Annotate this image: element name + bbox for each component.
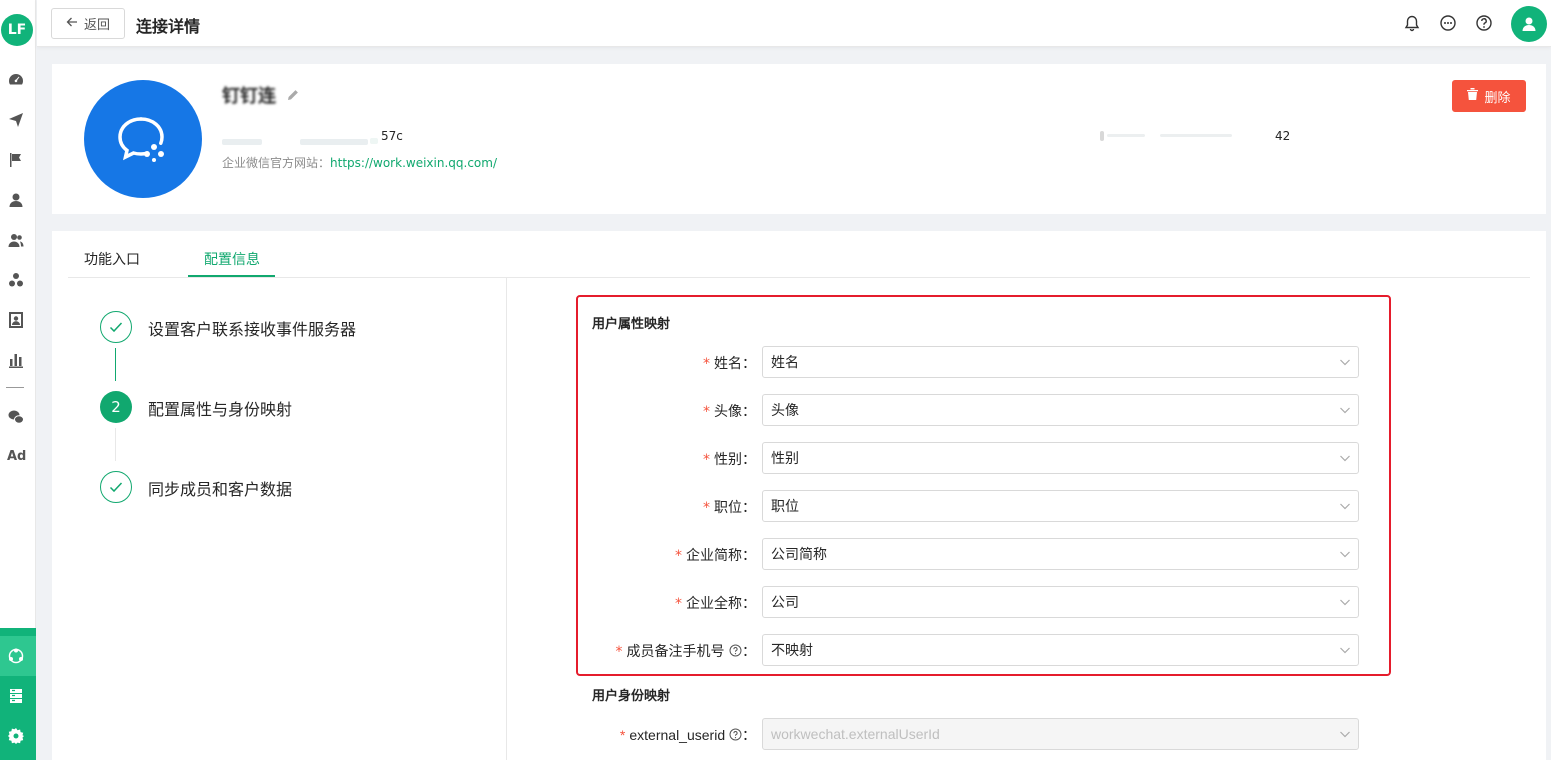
question-circle-icon[interactable] — [729, 728, 742, 741]
step-label: 同步成员和客户数据 — [148, 480, 293, 499]
wechat-work-logo — [84, 80, 202, 198]
tab-feature-entry[interactable]: 功能入口 — [84, 249, 140, 269]
wechat-icon[interactable] — [6, 407, 26, 427]
avatar[interactable] — [1511, 6, 1547, 42]
chevron-down-icon — [1340, 599, 1350, 606]
chevron-down-icon — [1340, 503, 1350, 510]
help-icon[interactable] — [1475, 14, 1493, 32]
delete-button-label: 删除 — [1484, 90, 1511, 106]
position-mapping-select[interactable]: 职位 — [762, 490, 1359, 522]
step-3[interactable]: 同步成员和客户数据 — [100, 471, 500, 503]
redacted-id — [300, 139, 368, 145]
gender-mapping-select[interactable]: 性别 — [762, 442, 1359, 474]
step-label: 配置属性与身份映射 — [148, 400, 293, 419]
field-label-member-mobile: * 成员备注手机号 ： — [615, 644, 756, 660]
back-button-label: 返回 — [83, 18, 110, 33]
website-link[interactable]: https://work.weixin.qq.com/ — [330, 156, 497, 170]
edit-icon[interactable] — [286, 88, 300, 102]
group-icon[interactable] — [6, 270, 26, 290]
step-connector — [115, 428, 116, 461]
field-label-company-full: * 企业全称： — [675, 596, 756, 612]
chevron-down-icon — [1340, 407, 1350, 414]
tab-bar: 功能入口 配置信息 — [68, 231, 1530, 278]
avatar-mapping-select[interactable]: 头像 — [762, 394, 1359, 426]
step-label: 设置客户联系接收事件服务器 — [148, 320, 357, 339]
bar-chart-icon[interactable] — [6, 350, 26, 370]
users-icon[interactable] — [6, 230, 26, 250]
trash-icon — [1467, 88, 1479, 104]
field-label-external-userid: * external_userid ： — [619, 727, 756, 743]
website-label: 企业微信官方网站： — [222, 156, 331, 170]
field-label-position: * 职位： — [703, 500, 756, 516]
step-connector — [115, 348, 116, 381]
nav-divider — [6, 387, 24, 388]
field-label-gender: * 性别： — [703, 452, 756, 468]
connection-id-suffix: 57c — [381, 129, 403, 143]
redacted-time — [1160, 134, 1232, 137]
field-label-avatar: * 头像： — [703, 404, 756, 420]
company-short-mapping-select[interactable]: 公司简称 — [762, 538, 1359, 570]
chevron-down-icon — [1340, 455, 1350, 462]
connection-name: 钉钉连 — [222, 86, 276, 107]
settings-icon[interactable] — [6, 726, 26, 746]
arrow-left-icon — [66, 16, 78, 32]
company-full-mapping-select[interactable]: 公司 — [762, 586, 1359, 618]
app-logo[interactable]: LF — [1, 14, 33, 46]
website-row: 企业微信官方网站：https://work.weixin.qq.com/ — [222, 154, 497, 171]
step-2[interactable]: 2 配置属性与身份映射 — [100, 391, 500, 423]
chevron-down-icon — [1340, 731, 1350, 738]
check-icon — [100, 311, 132, 343]
user-icon[interactable] — [6, 190, 26, 210]
external-userid-mapping-select: workwechat.externalUserId — [762, 718, 1359, 750]
delete-button[interactable]: 删除 — [1452, 80, 1526, 112]
wechat-work-icon — [118, 117, 164, 162]
field-label-company-short: * 企业简称： — [675, 548, 756, 564]
bell-icon[interactable] — [1403, 14, 1421, 32]
top-header: 返回 连接详情 — [37, 0, 1551, 47]
back-button[interactable]: 返回 — [51, 8, 125, 39]
tab-config-info[interactable]: 配置信息 — [204, 249, 260, 269]
nav-bottom-group — [0, 628, 36, 760]
flag-icon[interactable] — [6, 150, 26, 170]
left-nav: LF Ad — [0, 0, 36, 760]
connector-icon[interactable] — [6, 646, 26, 666]
message-icon[interactable] — [1439, 14, 1457, 32]
user-avatar-icon — [1522, 17, 1536, 31]
chevron-down-icon — [1340, 359, 1350, 366]
step-number: 2 — [100, 391, 132, 423]
redacted-id — [222, 139, 262, 145]
connection-profile-card: 钉钉连 57c 企业微信官方网站：https://work.weixin.qq.… — [52, 64, 1546, 214]
name-mapping-select[interactable]: 姓名 — [762, 346, 1359, 378]
check-icon — [100, 471, 132, 503]
chevron-down-icon — [1340, 647, 1350, 654]
config-card: 功能入口 配置信息 设置客户联系接收事件服务器 2 配置属性与身份映射 同步成员… — [52, 231, 1546, 760]
step-1[interactable]: 设置客户联系接收事件服务器 — [100, 311, 500, 343]
panel-divider — [506, 278, 507, 760]
member-mobile-mapping-select[interactable]: 不映射 — [762, 634, 1359, 666]
active-tab-indicator — [188, 275, 275, 277]
redacted-time — [1100, 131, 1104, 141]
send-icon[interactable] — [6, 110, 26, 130]
question-circle-icon[interactable] — [729, 644, 742, 657]
contact-card-icon[interactable] — [6, 310, 26, 330]
redacted-id — [370, 138, 378, 144]
attribute-mapping-title: 用户属性映射 — [592, 317, 671, 332]
time-suffix: 42 — [1275, 129, 1291, 143]
identity-mapping-title: 用户身份映射 — [592, 689, 671, 704]
page-title: 连接详情 — [136, 17, 201, 36]
ad-nav-item[interactable]: Ad — [7, 449, 26, 464]
chevron-down-icon — [1340, 551, 1350, 558]
storage-icon[interactable] — [6, 686, 26, 706]
redacted-time — [1107, 134, 1145, 137]
dashboard-icon[interactable] — [6, 70, 26, 90]
field-label-name: * 姓名： — [703, 356, 756, 372]
